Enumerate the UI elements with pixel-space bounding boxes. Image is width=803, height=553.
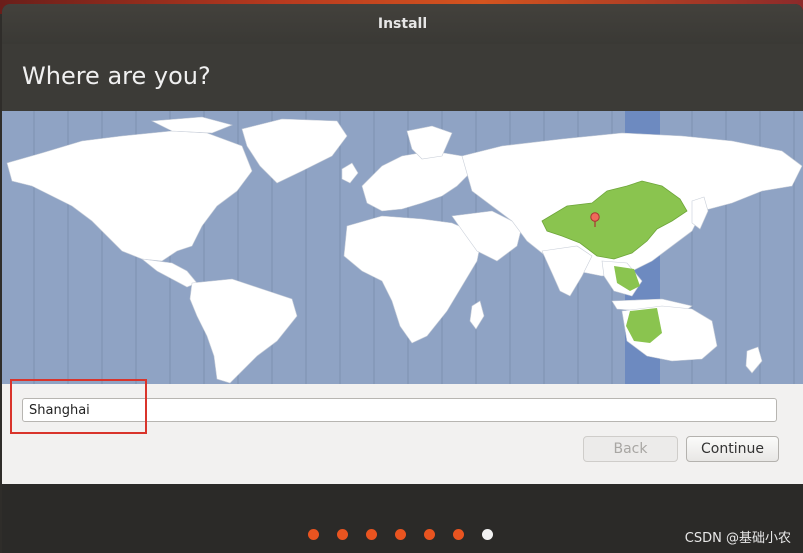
- window-titlebar[interactable]: Install: [2, 4, 803, 44]
- world-map-svg[interactable]: [2, 111, 803, 384]
- progress-dot: [337, 529, 348, 540]
- back-button-label: Back: [613, 441, 648, 457]
- location-panel: Back Continue: [2, 384, 803, 484]
- page-header: Where are you?: [2, 44, 803, 111]
- progress-dots: [308, 529, 493, 540]
- window-title: Install: [377, 16, 428, 32]
- watermark: CSDN @基础小农: [684, 531, 791, 546]
- location-input[interactable]: [22, 398, 777, 422]
- progress-dot: [424, 529, 435, 540]
- page-title: Where are you?: [22, 62, 211, 90]
- continue-button[interactable]: Continue: [686, 436, 779, 462]
- progress-dot: [308, 529, 319, 540]
- continue-button-label: Continue: [701, 441, 764, 457]
- progress-dot-current: [482, 529, 493, 540]
- timezone-map[interactable]: [2, 111, 803, 384]
- installer-footer: CSDN @基础小农: [2, 484, 803, 553]
- back-button[interactable]: Back: [583, 436, 678, 462]
- progress-dot: [366, 529, 377, 540]
- progress-dot: [395, 529, 406, 540]
- installer-window: Install Where are you? Shanghai Back Con…: [2, 4, 803, 553]
- progress-dot: [453, 529, 464, 540]
